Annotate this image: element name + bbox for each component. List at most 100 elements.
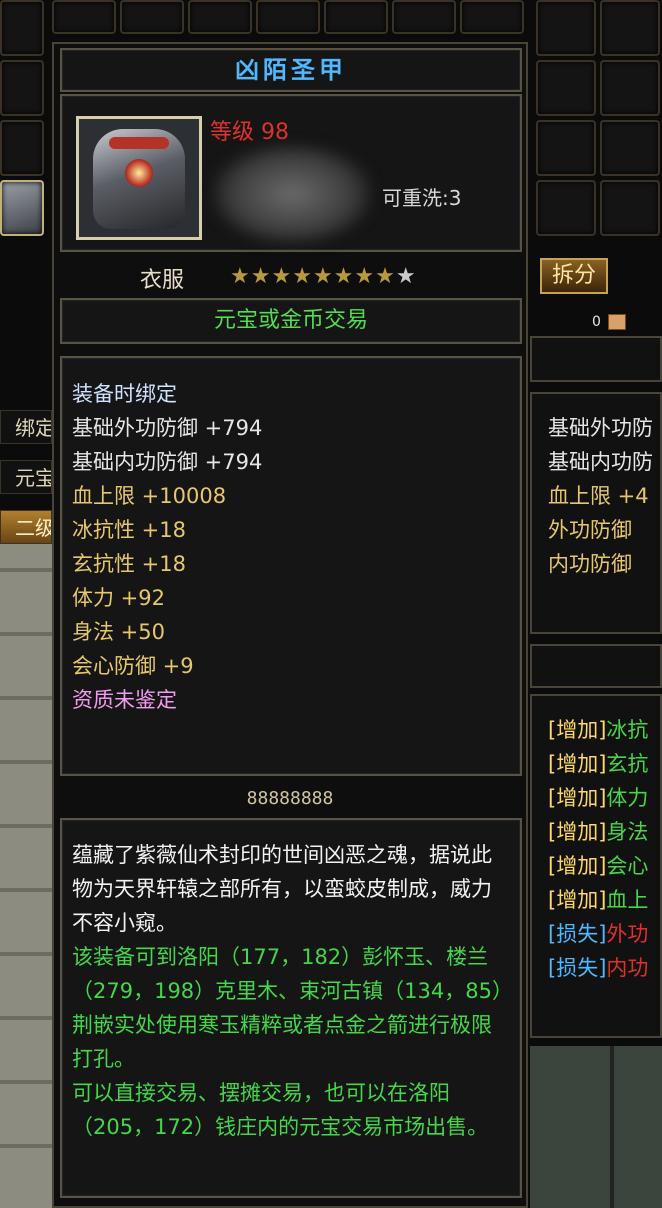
attribute-line: 资质未鉴定 [72, 688, 177, 712]
change-tag: [损失] [548, 956, 607, 980]
change-stat: 内功 [606, 956, 649, 980]
change-tag: [增加] [548, 752, 607, 776]
attribute-line: 基础内功防御 +794 [72, 450, 263, 474]
blurred-area [212, 144, 372, 244]
inventory-slot[interactable] [52, 0, 116, 34]
star-rating: ★★★★★★★★★ [230, 264, 417, 289]
inventory-slot-armor[interactable] [0, 180, 44, 236]
change-stat: 冰抗 [606, 718, 649, 742]
inventory-slot[interactable] [0, 0, 44, 56]
item-type: 衣服 [140, 268, 185, 293]
item-type-row: 衣服 ★★★★★★★★★ [60, 260, 522, 296]
inventory-slot[interactable] [256, 0, 320, 34]
description-text: 蕴藏了紫薇仙术封印的世间凶恶之魂，据说此物为天界轩辕之部所有，以蛮蛟皮制成，威力… [72, 838, 512, 1144]
attribute-line: 血上限 +10008 [72, 484, 227, 508]
inventory-slot[interactable] [536, 120, 596, 176]
inventory-grid-right [536, 0, 662, 244]
star-filled-icon: ★ [375, 264, 396, 289]
compare-header [530, 336, 662, 382]
attribute-line: 冰抗性 +18 [72, 518, 186, 542]
inventory-slot[interactable] [188, 0, 252, 34]
left-label-level-two[interactable]: 二级 [0, 510, 52, 544]
change-stat: 外功 [606, 922, 649, 946]
trade-type: 元宝或金币交易 [60, 298, 522, 344]
inventory-slot[interactable] [536, 0, 596, 56]
inventory-grid-top [52, 0, 528, 38]
attribute-line: 基础外功防御 +794 [72, 416, 263, 440]
star-filled-icon: ★ [230, 264, 251, 289]
change-tag: [增加] [548, 718, 607, 742]
compare-change-line: [增加]会心 [548, 850, 648, 880]
left-label-yuanbao: 元宝 [0, 460, 52, 494]
change-stat: 血上 [606, 888, 649, 912]
inventory-slot[interactable] [600, 180, 660, 236]
armor-stripe-icon [109, 137, 169, 149]
inventory-slot[interactable] [324, 0, 388, 34]
item-portrait [76, 116, 202, 240]
attribute-line: 身法 +50 [72, 620, 165, 644]
counter-value: 0 [592, 314, 601, 330]
description-box: 蕴藏了紫薇仙术封印的世间凶恶之魂，据说此物为天界轩辕之部所有，以蛮蛟皮制成，威力… [60, 818, 522, 1198]
change-stat: 身法 [606, 820, 649, 844]
inventory-slot[interactable] [0, 120, 44, 176]
item-level: 等级 98 [210, 120, 289, 145]
compare-stat-line: 内功防御 [548, 552, 632, 576]
inventory-slot[interactable] [600, 60, 660, 116]
compare-change-line: [增加]体力 [548, 782, 648, 812]
bind-status: 装备时绑定 [72, 382, 177, 406]
compare-stat-line: 基础外功防 [548, 416, 653, 440]
inventory-slot[interactable] [600, 0, 660, 56]
item-name: 凶陌圣甲 [60, 48, 522, 92]
inventory-slot[interactable] [0, 60, 44, 116]
description-paragraph: 可以直接交易、摆摊交易，也可以在洛阳（205，172）钱庄内的元宝交易市场出售。 [72, 1081, 489, 1139]
inventory-slot[interactable] [392, 0, 456, 34]
change-tag: [增加] [548, 888, 607, 912]
compare-change-line: [损失]内功 [548, 952, 648, 982]
left-label-bind: 绑定 [0, 410, 52, 444]
attribute-box: 装备时绑定 基础外功防御 +794 基础内功防御 +794 血上限 +10008 冰抗… [60, 356, 522, 776]
item-tooltip: 凶陌圣甲 等级 98 可重洗:3 衣服 ★★★★★★★★★ 元宝或金币交易 装备… [52, 42, 528, 1208]
compare-base-stats: 基础外功防基础内功防血上限 +4 外功防御内功防御 [530, 392, 662, 634]
change-tag: [增加] [548, 786, 607, 810]
compare-change-line: [增加]血上 [548, 884, 648, 914]
compare-change-line: [增加]身法 [548, 816, 648, 846]
star-filled-icon: ★ [271, 264, 293, 289]
compare-change-line: [增加]玄抗 [548, 748, 648, 778]
change-tag: [增加] [548, 854, 607, 878]
rewash-count: 可重洗:3 [382, 186, 462, 210]
change-stat: 会心 [606, 854, 649, 878]
compare-change-line: [增加]冰抗 [548, 714, 648, 744]
inventory-slot[interactable] [536, 60, 596, 116]
attribute-line: 会心防御 +9 [72, 654, 194, 678]
roof-tiles-background [530, 1046, 662, 1208]
compare-subheader [530, 644, 662, 688]
inventory-slot[interactable] [600, 120, 660, 176]
compare-stat-line: 血上限 +4 [548, 484, 649, 508]
compare-change-line: [损失]外功 [548, 918, 648, 948]
armor-gem-icon [125, 159, 153, 187]
change-tag: [增加] [548, 820, 607, 844]
compare-stat-line: 基础内功防 [548, 450, 653, 474]
description-paragraph: 该装备可到洛阳（177，182）彭怀玉、楼兰（279，198）克里木、束河古镇（… [72, 945, 503, 1071]
description-paragraph: 蕴藏了紫薇仙术封印的世间凶恶之魂，据说此物为天界轩辕之部所有，以蛮蛟皮制成，威力… [72, 843, 492, 935]
box-icon [608, 314, 626, 330]
change-stat: 玄抗 [606, 752, 649, 776]
item-header: 等级 98 可重洗:3 [60, 94, 522, 252]
star-filled-icon: ★ [354, 264, 376, 289]
compare-changes: [增加]冰抗 [增加]玄抗 [增加]体力 [增加]身法 [增加]会心 [增加]血上 [损失]… [530, 694, 662, 1038]
inventory-slot[interactable] [536, 180, 596, 236]
split-button[interactable]: 拆分 [540, 258, 608, 294]
inventory-grid-left [0, 0, 48, 244]
inventory-slot[interactable] [120, 0, 184, 34]
change-tag: [损失] [548, 922, 607, 946]
compare-stat-line: 外功防御 [548, 518, 632, 542]
inventory-slot[interactable] [460, 0, 524, 34]
star-filled-icon: ★ [333, 264, 355, 289]
star-empty-icon: ★ [395, 264, 417, 289]
star-filled-icon: ★ [250, 264, 272, 289]
star-filled-icon: ★ [292, 264, 313, 289]
attribute-line: 体力 +92 [72, 586, 165, 610]
stone-wall-background [0, 540, 52, 1208]
star-filled-icon: ★ [312, 264, 334, 289]
attribute-line: 玄抗性 +18 [72, 552, 186, 576]
